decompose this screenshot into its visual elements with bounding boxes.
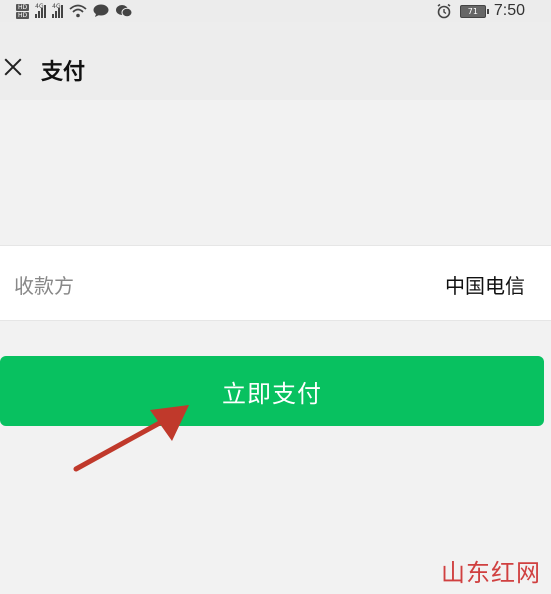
watermark-text: 山东红网: [441, 559, 541, 587]
hd-badge-top: HD: [16, 3, 30, 11]
network-type-1: 4G: [35, 3, 44, 10]
payee-value: 中国电信: [445, 274, 525, 298]
hd-badge-bottom: HD: [16, 11, 30, 19]
payee-label: 收款方: [14, 274, 74, 298]
hd-badges: HD HD: [16, 3, 30, 19]
chat-bubble-icon: [93, 4, 109, 17]
wifi-icon: [69, 4, 87, 18]
payee-row: 收款方 中国电信: [0, 245, 551, 321]
nav-bar: 支付: [0, 22, 551, 100]
wechat-icon: [116, 5, 133, 18]
close-icon[interactable]: [4, 58, 22, 76]
alarm-icon: [437, 3, 451, 19]
signal-icon-1: 4G: [35, 3, 47, 18]
status-bar: HD HD 4G 4G 71 7:50: [0, 0, 551, 22]
battery-icon: 71: [459, 4, 489, 18]
status-bar-right: 71 7:50: [436, 0, 525, 22]
pay-now-button[interactable]: 立即支付: [0, 356, 544, 426]
status-bar-left: HD HD 4G 4G: [16, 0, 133, 22]
status-time: 7:50: [493, 2, 525, 19]
amount-area: [0, 100, 551, 244]
signal-icon-2: 4G: [52, 3, 64, 18]
page-title: 支付: [41, 60, 86, 85]
network-type-2: 4G: [52, 3, 61, 10]
